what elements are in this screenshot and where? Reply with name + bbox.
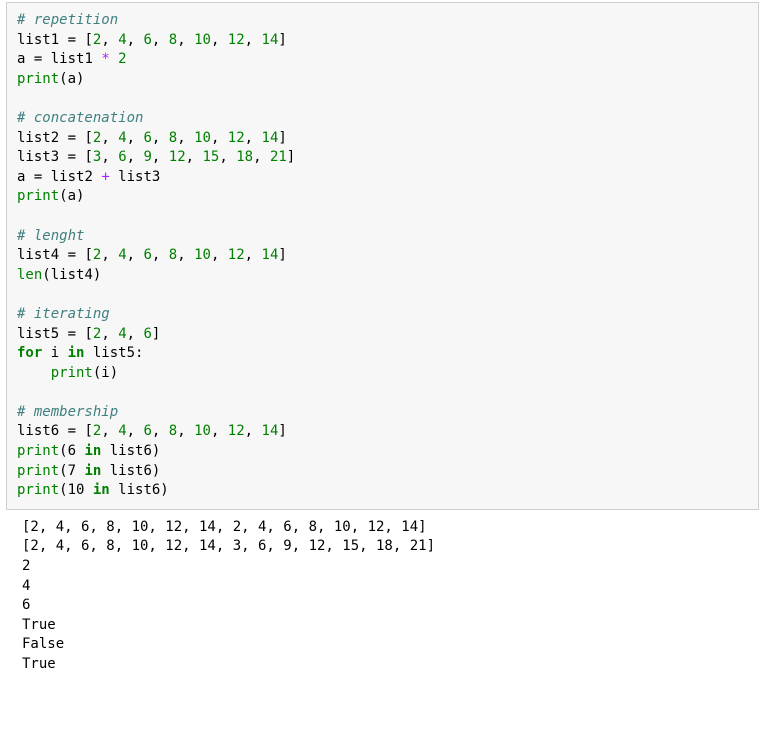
output-line: [2, 4, 6, 8, 10, 12, 14, 3, 6, 9, 12, 15…	[22, 537, 749, 557]
blank-line	[17, 207, 748, 227]
code-line: list6 = [2, 4, 6, 8, 10, 12, 14]	[17, 422, 748, 442]
comment: # iterating	[17, 306, 110, 322]
output-line: [2, 4, 6, 8, 10, 12, 14, 2, 4, 6, 8, 10,…	[22, 518, 749, 538]
code-line: list4 = [2, 4, 6, 8, 10, 12, 14]	[17, 246, 748, 266]
comment: # repetition	[17, 12, 118, 28]
code-line: print(a)	[17, 70, 748, 90]
output-line: 2	[22, 557, 749, 577]
code-line: a = list2 + list3	[17, 168, 748, 188]
output-line: True	[22, 616, 749, 636]
comment: # concatenation	[17, 110, 143, 126]
blank-line	[17, 383, 748, 403]
code-line: # repetition	[17, 11, 748, 31]
code-line: print(6 in list6)	[17, 442, 748, 462]
output-cell: [2, 4, 6, 8, 10, 12, 14, 2, 4, 6, 8, 10,…	[6, 512, 759, 681]
code-line: print(i)	[17, 364, 748, 384]
code-line: # lenght	[17, 227, 748, 247]
code-line: list5 = [2, 4, 6]	[17, 325, 748, 345]
output-line: False	[22, 635, 749, 655]
output-line: 4	[22, 577, 749, 597]
code-line: a = list1 * 2	[17, 50, 748, 70]
code-line: list2 = [2, 4, 6, 8, 10, 12, 14]	[17, 129, 748, 149]
code-line: list3 = [3, 6, 9, 12, 15, 18, 21]	[17, 148, 748, 168]
code-input-cell[interactable]: # repetition list1 = [2, 4, 6, 8, 10, 12…	[6, 2, 759, 510]
blank-line	[17, 89, 748, 109]
output-line: True	[22, 655, 749, 675]
code-line: # membership	[17, 403, 748, 423]
comment: # membership	[17, 404, 118, 420]
code-line: list1 = [2, 4, 6, 8, 10, 12, 14]	[17, 31, 748, 51]
code-line: len(list4)	[17, 266, 748, 286]
output-line: 6	[22, 596, 749, 616]
code-line: print(7 in list6)	[17, 462, 748, 482]
code-line: for i in list5:	[17, 344, 748, 364]
blank-line	[17, 285, 748, 305]
code-line: # concatenation	[17, 109, 748, 129]
code-line: print(a)	[17, 187, 748, 207]
comment: # lenght	[17, 228, 84, 244]
code-line: print(10 in list6)	[17, 481, 748, 501]
code-line: # iterating	[17, 305, 748, 325]
